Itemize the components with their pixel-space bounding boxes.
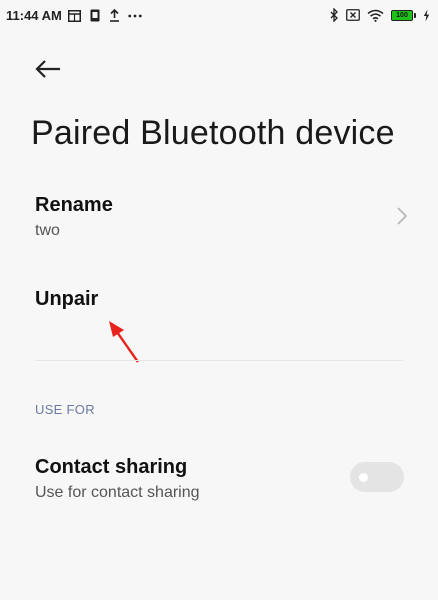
status-bar-left: 11:44 AM bbox=[6, 8, 142, 23]
more-dots-icon bbox=[128, 9, 142, 23]
annotation-arrow-icon bbox=[109, 321, 139, 363]
back-arrow-icon bbox=[35, 60, 60, 78]
status-time: 11:44 AM bbox=[6, 8, 62, 23]
divider bbox=[35, 360, 403, 361]
sim-icon bbox=[88, 9, 102, 23]
battery-level: 100 bbox=[391, 9, 413, 21]
wifi-icon bbox=[367, 8, 384, 22]
back-button[interactable] bbox=[30, 52, 66, 86]
battery-tip bbox=[414, 12, 416, 18]
contact-sharing-toggle[interactable] bbox=[350, 462, 404, 492]
device-name-value: two bbox=[35, 222, 60, 239]
upload-icon bbox=[108, 9, 122, 23]
status-bar-right: 100 bbox=[330, 8, 430, 22]
bluetooth-icon bbox=[330, 8, 339, 22]
use-for-section-header: USE FOR bbox=[35, 402, 95, 417]
toggle-knob bbox=[359, 473, 368, 482]
no-sim-icon bbox=[346, 8, 360, 22]
contact-sharing-label: Contact sharing bbox=[35, 456, 188, 478]
battery-icon: 100 bbox=[391, 9, 416, 21]
rename-item[interactable]: Rename two bbox=[0, 186, 438, 248]
calendar-icon bbox=[68, 9, 82, 23]
contact-sharing-description: Use for contact sharing bbox=[35, 484, 200, 501]
rename-label: Rename bbox=[35, 194, 113, 216]
contact-sharing-item[interactable]: Contact sharing Use for contact sharing bbox=[0, 448, 438, 510]
charging-icon bbox=[423, 8, 430, 22]
unpair-button[interactable]: Unpair bbox=[0, 280, 438, 324]
chevron-right-icon bbox=[397, 207, 408, 225]
status-bar: 11:44 AM 100 bbox=[0, 0, 438, 34]
unpair-label: Unpair bbox=[35, 288, 99, 310]
page-title: Paired Bluetooth device bbox=[31, 114, 395, 152]
